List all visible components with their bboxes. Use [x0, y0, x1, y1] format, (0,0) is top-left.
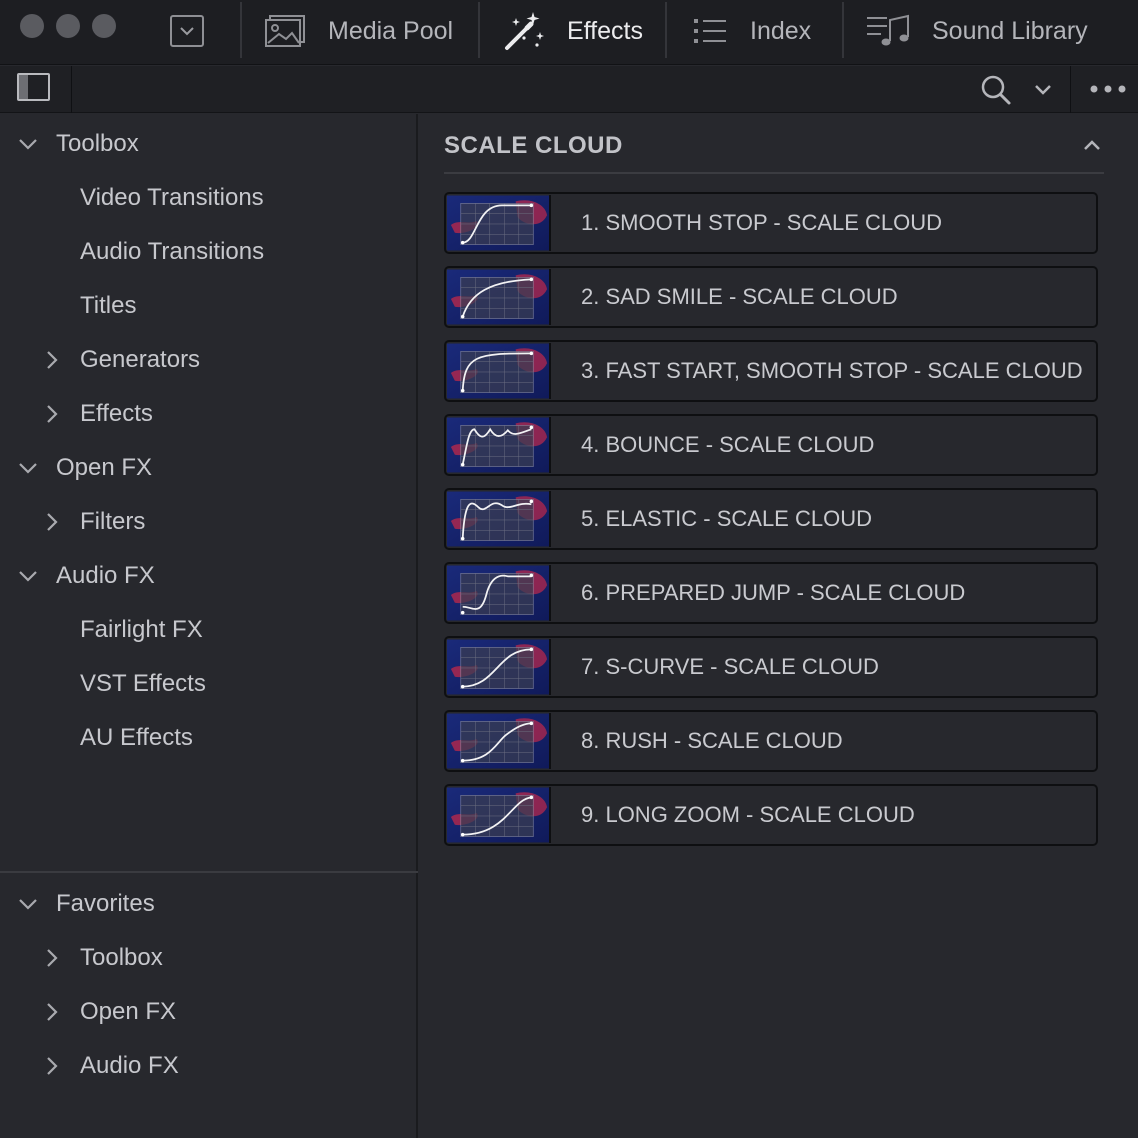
chevron-right-icon[interactable]: [40, 510, 64, 534]
effect-item-label: 1. SMOOTH STOP - SCALE CLOUD: [581, 210, 943, 235]
top-bar: Media Pool Effects Index Sound Library: [0, 0, 1138, 65]
tree-item-titles[interactable]: Titles: [0, 286, 418, 326]
easing-curve-thumbnail: [447, 195, 551, 251]
chevron-right-icon[interactable]: [40, 946, 64, 970]
tree-item-label: Favorites: [56, 890, 155, 917]
easing-curve-thumbnail: [447, 639, 551, 695]
chevron-up-icon[interactable]: [1082, 138, 1102, 152]
effect-item-bounce[interactable]: 4. BOUNCE - SCALE CLOUD: [444, 414, 1098, 476]
window-minimize-button[interactable]: [56, 14, 80, 38]
tree-item-label: AU Effects: [80, 724, 193, 751]
effect-item-label: 4. BOUNCE - SCALE CLOUD: [581, 432, 875, 457]
magic-wand-icon: [503, 10, 545, 52]
tab-media-pool[interactable]: Media Pool: [264, 0, 453, 62]
effect-item-label: 8. RUSH - SCALE CLOUD: [581, 728, 843, 753]
window-zoom-button[interactable]: [92, 14, 116, 38]
chevron-right-icon[interactable]: [40, 402, 64, 426]
tree-item-filters[interactable]: Filters: [0, 502, 418, 542]
easing-curve-thumbnail: [447, 491, 551, 547]
easing-curve-thumbnail: [447, 787, 551, 843]
easing-curve-thumbnail: [447, 343, 551, 399]
tree-item-label: Effects: [80, 400, 153, 427]
tree-item-label: Toolbox: [56, 130, 139, 157]
effect-item-smooth-stop[interactable]: 1. SMOOTH STOP - SCALE CLOUD: [444, 192, 1098, 254]
tree-item-label: Filters: [80, 508, 146, 535]
tree-item-audio-fx[interactable]: Audio FX: [0, 556, 418, 596]
chevron-down-icon[interactable]: [16, 564, 40, 588]
favorites-item-open-fx[interactable]: Open FX: [0, 992, 418, 1032]
tree-item-audio-transitions[interactable]: Audio Transitions: [0, 232, 418, 272]
music-note-icon: [866, 14, 910, 48]
media-pool-icon: [264, 14, 306, 48]
tree-item-vst-effects[interactable]: VST Effects: [0, 664, 418, 704]
effect-item-label: 9. LONG ZOOM - SCALE CLOUD: [581, 802, 915, 827]
chevron-down-icon[interactable]: [1033, 83, 1053, 97]
chevron-right-icon[interactable]: [40, 1054, 64, 1078]
effect-item-long-zoom[interactable]: 9. LONG ZOOM - SCALE CLOUD: [444, 784, 1098, 846]
effect-item-label: 3. FAST START, SMOOTH STOP - SCALE CLOUD: [581, 358, 1083, 383]
tree-item-open-fx[interactable]: Open FX: [0, 448, 418, 488]
favorites-item-favorites[interactable]: Favorites: [0, 884, 418, 924]
favorites-item-audio-fx[interactable]: Audio FX: [0, 1046, 418, 1086]
effects-toolbar: [0, 66, 1138, 113]
chevron-right-icon[interactable]: [40, 1000, 64, 1024]
section-divider: [444, 172, 1104, 174]
favorites-divider: [0, 871, 418, 873]
tree-item-label: Toolbox: [80, 944, 163, 971]
effects-browser: SCALE CLOUD 1. SMOOTH STOP - SCALE CLOUD…: [420, 114, 1138, 1138]
effect-item-fast-start[interactable]: 3. FAST START, SMOOTH STOP - SCALE CLOUD: [444, 340, 1098, 402]
tree-item-au-effects[interactable]: AU Effects: [0, 718, 418, 758]
effect-item-label: 6. PREPARED JUMP - SCALE CLOUD: [581, 580, 966, 605]
tree-item-label: Titles: [80, 292, 137, 319]
tab-label: Effects: [567, 16, 643, 45]
tree-item-label: Audio FX: [80, 1052, 179, 1079]
tab-label: Index: [750, 16, 812, 45]
tree-item-toolbox[interactable]: Toolbox: [0, 124, 418, 164]
workspace-dropdown-button[interactable]: [170, 15, 204, 47]
search-icon[interactable]: [980, 74, 1012, 106]
window-close-button[interactable]: [20, 14, 44, 38]
chevron-right-icon[interactable]: [40, 348, 64, 372]
tree-item-label: Audio FX: [56, 562, 155, 589]
sidebar-toggle-button[interactable]: [17, 73, 50, 101]
tree-item-fairlight-fx[interactable]: Fairlight FX: [0, 610, 418, 650]
effect-item-s-curve[interactable]: 7. S-CURVE - SCALE CLOUD: [444, 636, 1098, 698]
tree-item-label: Generators: [80, 346, 201, 373]
chevron-down-icon[interactable]: [16, 456, 40, 480]
effect-item-sad-smile[interactable]: 2. SAD SMILE - SCALE CLOUD: [444, 266, 1098, 328]
effect-item-elastic[interactable]: 5. ELASTIC - SCALE CLOUD: [444, 488, 1098, 550]
effect-item-label: 5. ELASTIC - SCALE CLOUD: [581, 506, 872, 531]
easing-curve-thumbnail: [447, 417, 551, 473]
favorites-item-toolbox[interactable]: Toolbox: [0, 938, 418, 978]
tree-item-effects[interactable]: Effects: [0, 394, 418, 434]
tree-item-label: Fairlight FX: [80, 616, 203, 643]
effect-item-label: 2. SAD SMILE - SCALE CLOUD: [581, 284, 898, 309]
effect-item-rush[interactable]: 8. RUSH - SCALE CLOUD: [444, 710, 1098, 772]
easing-curve-thumbnail: [447, 269, 551, 325]
tree-item-label: VST Effects: [80, 670, 206, 697]
effects-library-sidebar: Toolbox Video Transitions Audio Transition…: [0, 114, 418, 1138]
tree-item-label: Audio Transitions: [80, 238, 265, 265]
tree-item-label: Open FX: [56, 454, 153, 481]
chevron-down-icon[interactable]: [16, 892, 40, 916]
easing-curve-thumbnail: [447, 713, 551, 769]
tab-sound-library[interactable]: Sound Library: [866, 0, 1088, 62]
tree-item-video-transitions[interactable]: Video Transitions: [0, 178, 418, 218]
tab-index[interactable]: Index: [692, 0, 811, 62]
tab-effects[interactable]: Effects: [503, 0, 643, 62]
chevron-down-icon: [180, 27, 194, 36]
list-icon: [692, 16, 728, 46]
effect-item-label: 7. S-CURVE - SCALE CLOUD: [581, 654, 879, 679]
tab-label: Media Pool: [328, 16, 454, 45]
tree-item-generators[interactable]: Generators: [0, 340, 418, 380]
tree-item-label: Video Transitions: [80, 184, 264, 211]
section-title: SCALE CLOUD: [444, 132, 623, 159]
more-options-icon[interactable]: [1089, 84, 1127, 94]
easing-curve-thumbnail: [447, 565, 551, 621]
effect-item-prepared-jump[interactable]: 6. PREPARED JUMP - SCALE CLOUD: [444, 562, 1098, 624]
tree-item-label: Open FX: [80, 998, 177, 1025]
tab-label: Sound Library: [932, 16, 1088, 45]
chevron-down-icon[interactable]: [16, 132, 40, 156]
